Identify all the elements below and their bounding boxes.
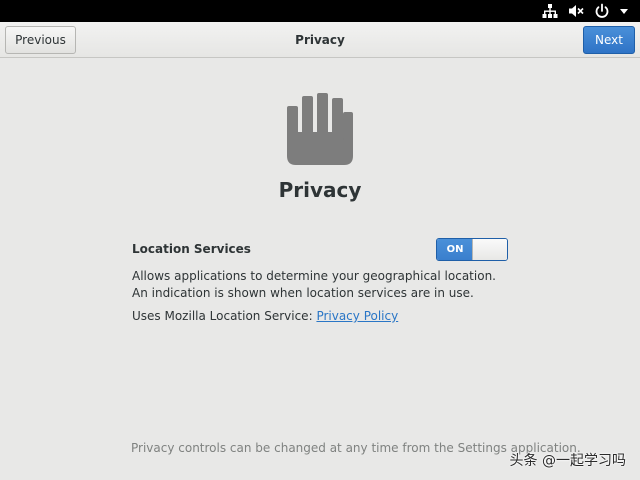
page-title: Privacy: [295, 33, 345, 47]
location-services-description: Allows applications to determine your ge…: [132, 269, 496, 300]
privacy-heading: Privacy: [278, 178, 362, 202]
power-icon[interactable]: [594, 3, 610, 19]
next-button[interactable]: Next: [583, 26, 635, 54]
header-bar: Privacy Previous Next: [0, 22, 640, 58]
hand-icon: [287, 93, 353, 165]
chevron-down-icon[interactable]: [620, 7, 628, 15]
previous-button[interactable]: Previous: [5, 26, 76, 54]
mozilla-location-service-line: Uses Mozilla Location Service: Privacy P…: [132, 309, 398, 323]
mozilla-service-text: Uses Mozilla Location Service:: [132, 309, 313, 323]
toggle-knob[interactable]: [472, 239, 507, 260]
privacy-policy-link[interactable]: Privacy Policy: [316, 309, 398, 323]
network-icon[interactable]: [542, 3, 558, 19]
location-services-label: Location Services: [132, 242, 251, 256]
volume-muted-icon[interactable]: [568, 3, 584, 19]
toggle-on-label: ON: [437, 239, 473, 260]
system-top-bar: [0, 0, 640, 22]
system-tray[interactable]: [542, 0, 628, 22]
location-services-toggle[interactable]: ON: [436, 238, 508, 261]
watermark: 头条 @一起学习吗: [509, 453, 626, 469]
